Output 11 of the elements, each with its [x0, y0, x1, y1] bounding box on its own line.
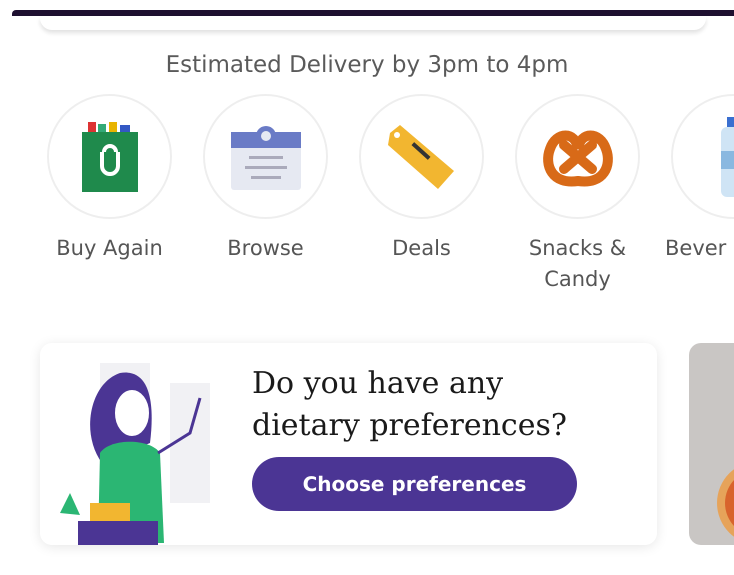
category-label[interactable]: Browse: [227, 233, 304, 264]
category-label[interactable]: Buy Again: [56, 233, 163, 264]
category-label[interactable]: Snacks & Candy: [528, 233, 626, 295]
category-label[interactable]: Bever: [665, 233, 726, 264]
shopping-bag-icon: [82, 122, 138, 192]
choose-preferences-button[interactable]: Choose preferences: [252, 457, 577, 511]
price-tag-icon: [388, 122, 456, 190]
menu-card-icon: [230, 124, 300, 190]
category-label[interactable]: Deals: [392, 233, 451, 264]
promo-title: Do you have any dietary preferences?: [252, 365, 568, 445]
delivery-estimate: Estimated Delivery by 3pm to 4pm: [166, 52, 568, 78]
